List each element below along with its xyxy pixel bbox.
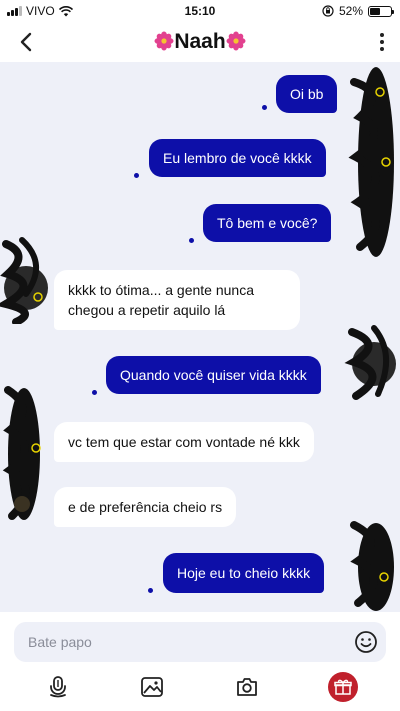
message-dot (148, 588, 153, 593)
message-dot (262, 105, 267, 110)
scribble-redaction (344, 325, 396, 400)
message-text: kkkk to ótima... a gente nunca chegou a … (68, 282, 254, 318)
chat-title-wrap[interactable]: Naah (0, 30, 400, 54)
message-input[interactable] (28, 622, 328, 662)
chat-header: Naah (0, 22, 400, 62)
message-text: e de preferência cheio rs (68, 499, 223, 515)
message-incoming[interactable]: kkkk to ótima... a gente nunca chegou a … (54, 270, 300, 330)
message-outgoing[interactable]: Oi bb (276, 75, 338, 113)
composer-bar (14, 622, 386, 662)
message-outgoing[interactable]: Eu lembro de você kkkk (149, 139, 326, 177)
chat-title: Naah (174, 30, 226, 53)
battery-level (370, 7, 381, 15)
scribble-redaction (2, 386, 41, 520)
microphone-icon (50, 676, 66, 698)
message-text: Oi bb (290, 86, 324, 102)
message-text: Quando você quiser vida kkkk (120, 367, 307, 383)
chat-messages[interactable]: Oi bb Eu lembro de você kkkk Tô bem e vo… (0, 62, 400, 612)
voice-button[interactable] (43, 672, 73, 702)
vertical-dots-icon (380, 33, 384, 37)
message-text: Hoje eu to cheio kkkk (177, 565, 311, 581)
message-outgoing[interactable]: Quando você quiser vida kkkk (106, 356, 321, 394)
flower-emoji-icon (226, 31, 246, 51)
image-icon (141, 677, 163, 697)
message-outgoing[interactable]: Tô bem e você? (203, 204, 332, 242)
more-options-button[interactable] (374, 30, 390, 54)
camera-icon (237, 678, 257, 696)
smiley-icon[interactable] (354, 630, 378, 654)
scribble-redaction (350, 521, 394, 611)
orientation-lock-icon (322, 5, 334, 17)
scribble-redaction (0, 237, 48, 324)
message-dot (134, 173, 139, 178)
message-text: Eu lembro de você kkkk (163, 150, 312, 166)
message-incoming[interactable]: vc tem que estar com vontade né kkk (54, 422, 314, 462)
message-text: vc tem que estar com vontade né kkk (68, 434, 300, 450)
scribble-redaction (348, 67, 394, 257)
message-text: Tô bem e você? (217, 215, 318, 231)
message-dot (92, 390, 97, 395)
gift-icon (334, 679, 352, 695)
status-right: 52% (322, 4, 394, 18)
message-incoming[interactable]: e de preferência cheio rs (54, 487, 237, 527)
message-dot (189, 238, 194, 243)
status-bar: VIVO 15:10 52% (0, 0, 400, 22)
battery-icon (368, 5, 394, 17)
gallery-button[interactable] (137, 672, 167, 702)
gift-button[interactable] (328, 672, 358, 702)
attachment-toolbar (0, 668, 400, 711)
camera-button[interactable] (232, 672, 262, 702)
flower-emoji-icon (154, 31, 174, 51)
message-outgoing[interactable]: Hoje eu to cheio kkkk (163, 553, 325, 593)
battery-percent: 52% (338, 4, 363, 18)
